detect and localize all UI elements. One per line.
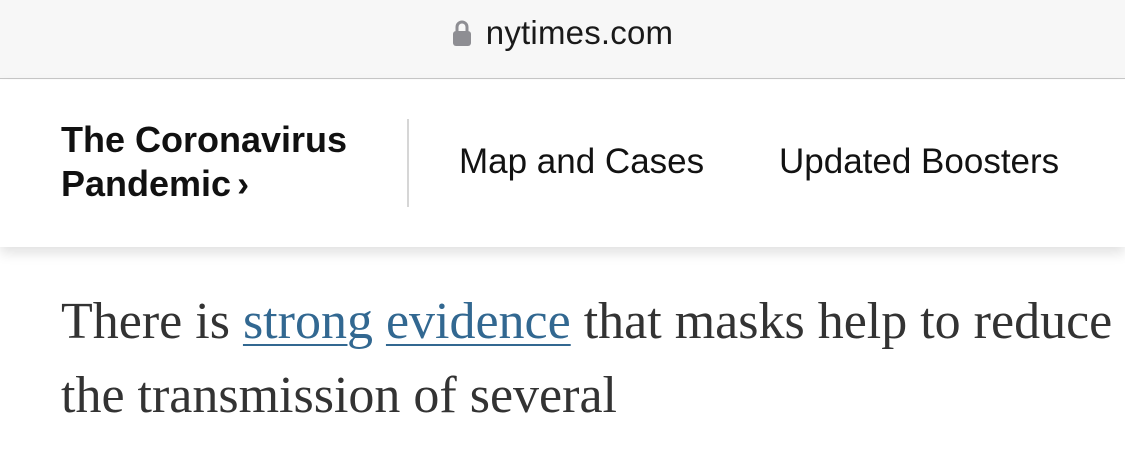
nav-link-map-and-cases[interactable]: Map and Cases	[459, 142, 704, 182]
link-strong[interactable]: strong	[243, 293, 373, 350]
section-title-link[interactable]: The Coronavirus Pandemic ›	[61, 118, 381, 206]
url-text: nytimes.com	[485, 14, 674, 51]
lock-icon	[452, 19, 472, 47]
section-title-line1: The Coronavirus	[61, 119, 348, 160]
chevron-right-icon: ›	[237, 163, 250, 204]
browser-url-bar[interactable]: nytimes.com	[0, 0, 1125, 79]
article-text-start: There is	[61, 293, 243, 350]
article-paragraph: There is strong evidence that masks help…	[61, 285, 1121, 433]
section-nav-bar: The Coronavirus Pandemic › Map and Cases …	[0, 80, 1125, 247]
nav-divider	[407, 119, 409, 207]
nav-link-updated-boosters[interactable]: Updated Boosters	[779, 142, 1059, 182]
link-evidence[interactable]: evidence	[386, 293, 571, 350]
section-title-line2: Pandemic	[61, 163, 232, 204]
url-display[interactable]: nytimes.com	[0, 14, 1125, 52]
article-space	[373, 293, 386, 350]
